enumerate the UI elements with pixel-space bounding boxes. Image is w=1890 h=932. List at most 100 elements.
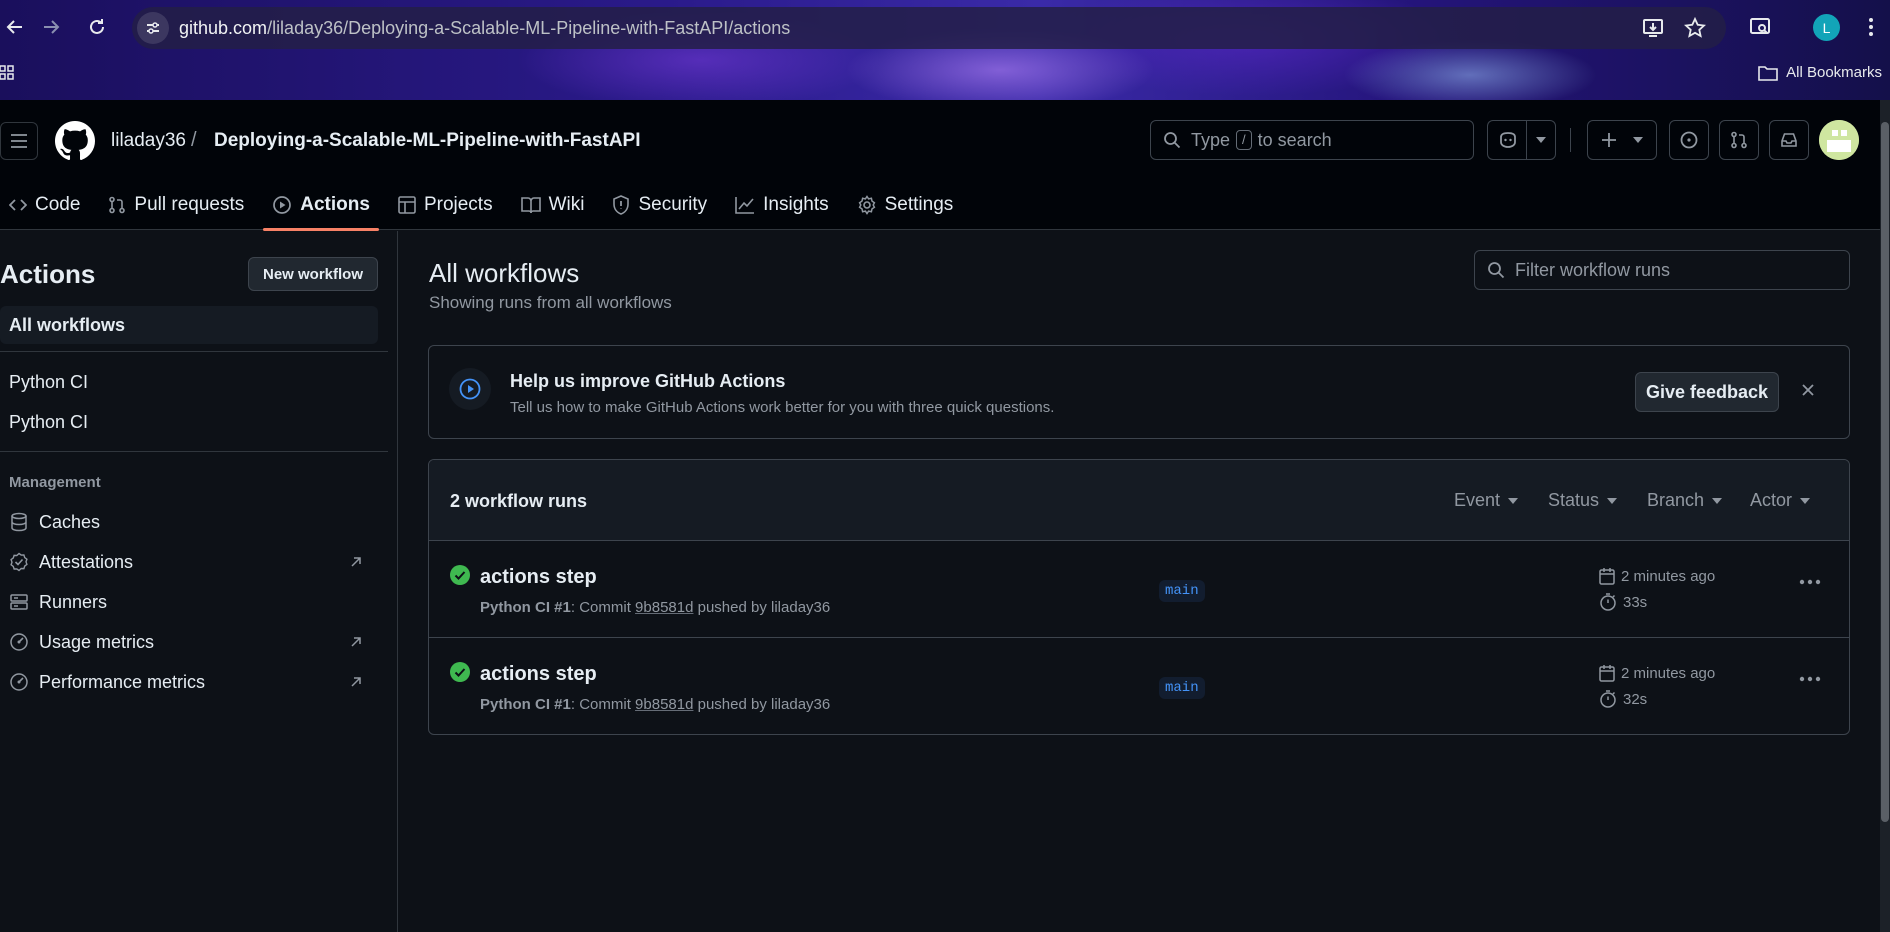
caret-down-icon: [1712, 497, 1723, 504]
tab-actions-label: Actions: [300, 194, 370, 215]
kebab-menu-icon[interactable]: [1799, 676, 1821, 682]
new-workflow-button[interactable]: New workflow: [248, 257, 378, 291]
pull-requests-button[interactable]: [1719, 120, 1759, 160]
workflow-run-row[interactable]: actions step Python CI #1: Commit 9b8581…: [429, 638, 1849, 734]
search-shortcut-key: /: [1236, 130, 1252, 150]
sidebar-divider: [0, 351, 388, 352]
search-icon: [1164, 132, 1181, 149]
sidebar-item-runners[interactable]: Runners: [0, 583, 378, 621]
actor-filter-dropdown[interactable]: Actor: [1750, 490, 1811, 511]
sidebar-item-attestations[interactable]: Attestations: [0, 543, 378, 581]
tab-settings[interactable]: Settings: [848, 180, 963, 230]
browser-menu-icon[interactable]: [1856, 12, 1886, 42]
all-bookmarks-button[interactable]: All Bookmarks: [1758, 64, 1882, 81]
page-subtitle: Showing runs from all workflows: [429, 293, 672, 312]
install-app-icon[interactable]: [1642, 17, 1664, 39]
runs-list-header: 2 workflow runs Event Status Branch Acto…: [429, 460, 1849, 541]
create-new-button[interactable]: [1587, 120, 1657, 160]
repo-name-link[interactable]: Deploying-a-Scalable-ML-Pipeline-with-Fa…: [214, 130, 641, 152]
back-button[interactable]: [0, 12, 30, 42]
sidebar-item-label: Performance metrics: [39, 671, 206, 692]
tab-code[interactable]: Code: [0, 180, 89, 230]
caret-down-icon: [1508, 497, 1519, 504]
caret-down-icon: [1633, 137, 1643, 143]
tab-wiki[interactable]: Wiki: [512, 180, 594, 230]
workflow-runs-list: 2 workflow runs Event Status Branch Acto…: [428, 459, 1850, 735]
kebab-menu-icon[interactable]: [1799, 579, 1821, 585]
runs-count: 2 workflow runs: [450, 491, 588, 511]
calendar-icon: [1599, 568, 1615, 585]
run-duration: 32s: [1599, 690, 1647, 708]
pushed-by-text: pushed by liladay36: [697, 696, 831, 713]
banner-title: Help us improve GitHub Actions: [510, 371, 786, 391]
global-menu-button[interactable]: [0, 122, 38, 160]
scrollbar-thumb[interactable]: [1881, 122, 1889, 822]
run-title-link[interactable]: actions step: [480, 566, 597, 589]
event-filter-dropdown[interactable]: Event: [1454, 490, 1519, 511]
inbox-button[interactable]: [1769, 120, 1809, 160]
tab-settings-label: Settings: [884, 194, 954, 215]
run-time-text: 2 minutes ago: [1621, 664, 1716, 682]
actions-sidebar: Actions New workflow All workflows Pytho…: [0, 231, 398, 932]
pushed-by-text: pushed by liladay36: [697, 599, 831, 616]
filter-label: Status: [1548, 490, 1600, 510]
sidebar-item-all-workflows[interactable]: All workflows: [0, 306, 378, 344]
copilot-dropdown-button[interactable]: [1526, 120, 1556, 160]
sidebar-item-performance-metrics[interactable]: Performance metrics: [0, 663, 378, 701]
branch-label[interactable]: main: [1159, 580, 1205, 602]
repo-owner-link[interactable]: liladay36: [111, 130, 186, 152]
run-meta: Python CI #1: Commit 9b8581d pushed by l…: [480, 599, 831, 616]
close-icon[interactable]: [1799, 381, 1817, 399]
reload-button[interactable]: [82, 12, 112, 42]
sidebar-item-workflow[interactable]: Python CI: [0, 363, 378, 401]
branch-label[interactable]: main: [1159, 677, 1205, 699]
tab-pull-requests[interactable]: Pull requests: [99, 180, 253, 230]
address-bar[interactable]: github.com/liladay36/Deploying-a-Scalabl…: [132, 7, 1726, 49]
site-info-icon[interactable]: [137, 12, 169, 44]
breadcrumb-separator: /: [191, 129, 197, 151]
run-number: #1: [554, 696, 571, 713]
branch-filter-dropdown[interactable]: Branch: [1647, 490, 1723, 511]
sidebar-item-usage-metrics[interactable]: Usage metrics: [0, 623, 378, 661]
tab-projects-label: Projects: [423, 194, 493, 215]
apps-grid-icon[interactable]: [0, 64, 14, 82]
sidebar-item-caches[interactable]: Caches: [0, 503, 378, 541]
copilot-button[interactable]: [1487, 120, 1527, 160]
search-tabs-icon[interactable]: [1745, 12, 1775, 42]
github-logo-icon[interactable]: [55, 121, 95, 161]
sidebar-divider: [0, 451, 388, 452]
tab-projects[interactable]: Projects: [389, 180, 502, 230]
global-search-input[interactable]: Type / to search: [1150, 120, 1474, 160]
commit-sha-link[interactable]: 9b8581d: [635, 696, 693, 713]
banner-text: Tell us how to make GitHub Actions work …: [510, 399, 1055, 416]
browser-profile-avatar[interactable]: L: [1813, 14, 1840, 41]
folder-icon: [1758, 65, 1778, 81]
workflow-run-row[interactable]: actions step Python CI #1: Commit 9b8581…: [429, 541, 1849, 638]
filter-label: Event: [1454, 490, 1501, 510]
run-duration: 33s: [1599, 593, 1647, 611]
tab-code-label: Code: [35, 194, 81, 215]
stopwatch-icon: [1600, 690, 1616, 708]
caret-down-icon: [1800, 497, 1811, 504]
success-check-icon: [450, 662, 470, 682]
issue-icon: [1680, 131, 1698, 149]
forward-button[interactable]: [36, 12, 66, 42]
issues-button[interactable]: [1669, 120, 1709, 160]
sidebar-item-workflow[interactable]: Python CI: [0, 403, 378, 441]
commit-sha-link[interactable]: 9b8581d: [635, 599, 693, 616]
copilot-icon: [1499, 132, 1516, 148]
tab-insights[interactable]: Insights: [726, 180, 837, 230]
commit-label: Commit: [579, 599, 631, 616]
filter-placeholder: Filter workflow runs: [1515, 259, 1671, 280]
filter-workflow-runs-input[interactable]: Filter workflow runs: [1474, 250, 1850, 290]
run-title-link[interactable]: actions step: [480, 663, 597, 686]
bookmarks-bar: All Bookmarks: [0, 58, 1890, 88]
run-workflow-name: Python CI: [480, 599, 550, 616]
tab-actions[interactable]: Actions: [263, 180, 379, 231]
status-filter-dropdown[interactable]: Status: [1548, 490, 1618, 511]
give-feedback-button[interactable]: Give feedback: [1635, 372, 1779, 412]
sidebar-title: Actions: [0, 259, 96, 289]
tab-security[interactable]: Security: [603, 180, 716, 230]
bookmark-star-icon[interactable]: [1684, 17, 1706, 39]
user-avatar[interactable]: [1819, 120, 1859, 160]
